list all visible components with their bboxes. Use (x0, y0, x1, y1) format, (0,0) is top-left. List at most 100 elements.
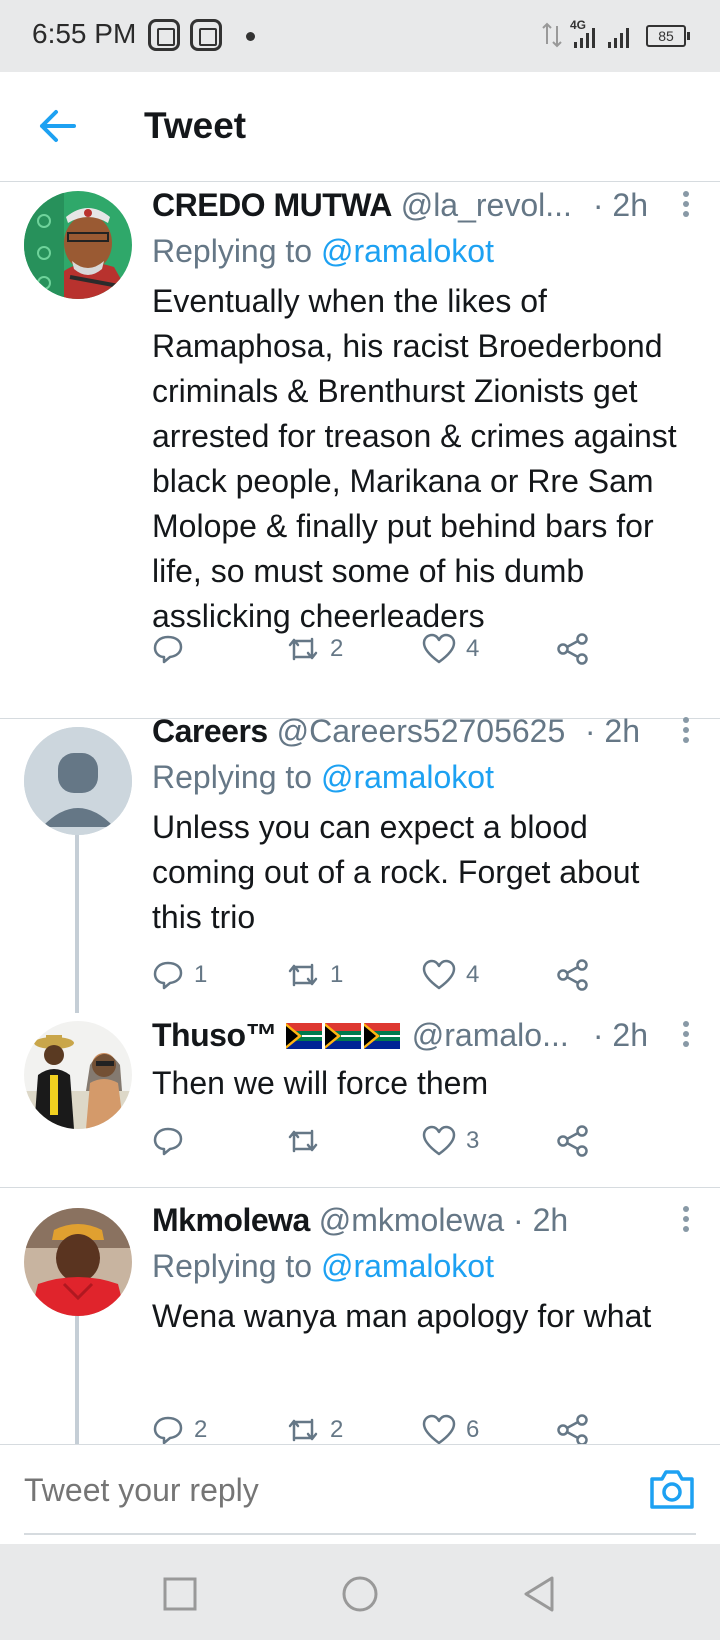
thread-line (75, 835, 79, 1013)
share-button[interactable] (556, 955, 590, 995)
like-button[interactable]: 4 (422, 955, 479, 995)
tweet-actions: 2 4 (152, 629, 692, 669)
page-title: Tweet (144, 105, 247, 146)
like-count: 6 (466, 1416, 480, 1443)
heart-icon (422, 633, 456, 664)
thread-line (75, 1316, 79, 1445)
like-count: 4 (466, 635, 480, 662)
avatar[interactable] (24, 1021, 132, 1129)
status-time: 6:55 PM (32, 18, 137, 49)
retweet-icon (288, 637, 318, 661)
reply-underline (24, 1533, 696, 1535)
tweet-text: Wena wanya man apology for what (152, 1298, 652, 1334)
author-name[interactable]: Thuso™ (152, 1017, 277, 1053)
reply-bar (0, 1444, 720, 1544)
author-handle[interactable]: @la_revol... (401, 187, 572, 223)
author-name[interactable]: Mkmolewa (152, 1202, 310, 1238)
retweet-count: 2 (330, 635, 344, 662)
reply-button[interactable]: 2 (152, 1410, 207, 1445)
retweet-count: 2 (330, 1416, 344, 1443)
notification-app-icon (190, 19, 222, 51)
tweet-time: · 2h (592, 187, 648, 223)
reply-button[interactable] (152, 1121, 194, 1161)
mention-link[interactable]: @ramalokot (321, 233, 494, 269)
tweet-item[interactable]: CREDO MUTWA @la_revol... · 2h Replying t… (0, 183, 720, 719)
avatar[interactable] (24, 1208, 132, 1316)
system-nav-bar (0, 1544, 720, 1640)
heart-icon (422, 1125, 456, 1156)
share-button[interactable] (556, 629, 590, 669)
reply-count: 2 (194, 1416, 208, 1443)
arrow-left-icon[interactable] (36, 104, 80, 148)
tweet-text: Then we will force them (152, 1065, 489, 1101)
tweet-item[interactable]: Careers @Careers52705625 · 2h Replying t… (0, 713, 720, 1013)
replying-to: Replying to @ramalokot (152, 759, 494, 795)
signal-icon (574, 26, 595, 48)
tweet-time: · 2h (592, 1017, 648, 1053)
south-africa-flag-icon (285, 1023, 322, 1049)
share-icon (557, 1125, 588, 1157)
retweet-button[interactable]: 1 (286, 955, 343, 995)
more-options-icon[interactable] (682, 191, 690, 221)
author-handle[interactable]: @mkmolewa (319, 1202, 504, 1238)
recents-square-icon[interactable] (160, 1574, 200, 1614)
like-button[interactable]: 3 (422, 1121, 479, 1161)
reply-input[interactable] (24, 1465, 544, 1515)
heart-icon (422, 959, 456, 990)
retweet-count: 1 (330, 961, 344, 988)
retweet-icon (288, 963, 318, 987)
back-triangle-icon[interactable] (520, 1574, 560, 1614)
south-africa-flag-icon (363, 1023, 400, 1049)
tweet-text: Eventually when the likes of Ramaphosa, … (152, 283, 677, 634)
mention-link[interactable]: @ramalokot (321, 759, 494, 795)
author-name[interactable]: Careers (152, 713, 268, 749)
share-icon (557, 1414, 588, 1445)
retweet-button[interactable] (286, 1121, 330, 1161)
camera-icon[interactable] (648, 1467, 696, 1511)
status-bar: 6:55 PM 4G 85 (0, 0, 720, 72)
battery-icon: 85 (646, 25, 690, 47)
notification-app-icon (148, 19, 180, 51)
author-handle[interactable]: @ramalo... (412, 1017, 569, 1053)
mention-link[interactable]: @ramalokot (321, 1248, 494, 1284)
retweet-button[interactable]: 2 (286, 629, 343, 669)
reply-feed: CREDO MUTWA @la_revol... · 2h Replying t… (0, 183, 720, 1445)
like-button[interactable]: 4 (422, 629, 479, 669)
tweet-time: · 2h (513, 1202, 569, 1238)
reply-icon (153, 961, 183, 990)
share-button[interactable] (556, 1121, 590, 1161)
reply-icon (153, 1416, 183, 1445)
app-header: Tweet (0, 72, 720, 182)
tweet-actions: 2 2 6 (152, 1410, 692, 1445)
signal-icon (608, 26, 629, 48)
reply-button[interactable] (152, 629, 194, 669)
heart-icon (422, 1414, 456, 1445)
tweet-item[interactable]: Thuso™ @ramalo... · 2h Then we will forc… (0, 1013, 720, 1188)
tweet-item[interactable]: Mkmolewa @mkmolewa · 2h Replying to @ram… (0, 1188, 720, 1445)
more-options-icon[interactable] (682, 1021, 690, 1051)
tweet-text: Unless you can expect a blood coming out… (152, 809, 640, 935)
retweet-button[interactable]: 2 (286, 1410, 343, 1445)
replying-to: Replying to @ramalokot (152, 1248, 494, 1284)
replying-to: Replying to @ramalokot (152, 233, 494, 269)
share-button[interactable] (556, 1410, 590, 1445)
home-circle-icon[interactable] (340, 1574, 380, 1614)
south-africa-flag-icon (324, 1023, 361, 1049)
like-count: 3 (466, 1127, 480, 1154)
reply-icon (153, 1127, 183, 1156)
avatar[interactable] (24, 191, 132, 299)
share-icon (557, 633, 588, 665)
avatar[interactable] (24, 727, 132, 835)
author-handle[interactable]: @Careers52705625 (277, 713, 566, 749)
reply-count: 1 (194, 961, 208, 988)
like-button[interactable]: 6 (422, 1410, 479, 1445)
retweet-icon (288, 1418, 318, 1442)
retweet-icon (288, 1129, 318, 1153)
tweet-time: · 2h (584, 713, 640, 749)
share-icon (557, 959, 588, 991)
more-options-icon[interactable] (682, 717, 690, 747)
reply-icon (153, 635, 183, 664)
reply-button[interactable]: 1 (152, 955, 207, 995)
more-options-icon[interactable] (682, 1206, 690, 1236)
author-name[interactable]: CREDO MUTWA (152, 187, 392, 223)
